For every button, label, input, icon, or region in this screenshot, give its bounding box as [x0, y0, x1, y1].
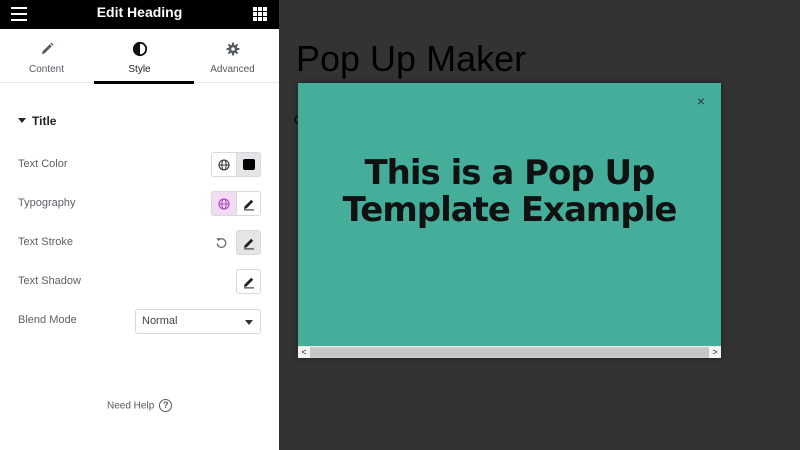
gear-icon	[226, 42, 240, 56]
page-title: Pop Up Maker	[296, 38, 527, 79]
tab-content-label: Content	[28, 64, 65, 75]
need-help-label: Need Help	[107, 400, 155, 412]
help-icon: ?	[159, 399, 173, 413]
tab-style-label: Style	[128, 64, 151, 75]
globe-icon	[218, 159, 230, 171]
pencil-icon	[244, 277, 254, 289]
section-title-label: Title	[32, 114, 57, 128]
globe-icon	[218, 198, 230, 210]
text-stroke-edit-button[interactable]	[236, 230, 261, 255]
scroll-track[interactable]	[310, 347, 709, 358]
pencil-icon	[42, 42, 54, 54]
panel-header: Edit Heading	[0, 0, 279, 29]
horizontal-scrollbar[interactable]: < >	[298, 346, 721, 358]
blend-mode-label: Blend Mode	[18, 314, 77, 326]
close-icon[interactable]: ×	[694, 94, 708, 108]
text-shadow-edit-button[interactable]	[236, 269, 261, 294]
popup-modal: × This is a Pop Up Template Example < >	[298, 83, 721, 358]
tab-content[interactable]: Content	[0, 29, 93, 83]
scroll-left-icon[interactable]: <	[298, 347, 310, 358]
contrast-icon	[132, 41, 148, 57]
panel-title: Edit Heading	[96, 4, 183, 20]
color-swatch	[243, 159, 255, 170]
typography-controls	[211, 191, 261, 216]
global-colors-button[interactable]	[212, 153, 236, 176]
text-color-controls	[211, 152, 261, 177]
blend-mode-select[interactable]: Normal	[135, 309, 261, 334]
caret-down-icon	[18, 118, 26, 123]
editor-panel: Edit Heading Content Style Advanced Titl…	[0, 0, 279, 450]
text-color-label: Text Color	[18, 158, 68, 170]
text-shadow-label: Text Shadow	[18, 275, 81, 287]
typography-edit-button[interactable]	[236, 192, 260, 215]
tab-style[interactable]: Style	[93, 29, 194, 84]
scroll-thumb[interactable]	[310, 348, 709, 357]
need-help-link[interactable]: Need Help?	[107, 397, 173, 413]
reset-icon[interactable]	[215, 236, 228, 249]
global-typography-button[interactable]	[212, 192, 236, 215]
blend-mode-value: Normal	[142, 315, 178, 327]
typography-label: Typography	[18, 197, 76, 209]
pencil-icon	[244, 199, 254, 211]
text-stroke-label: Text Stroke	[18, 236, 74, 248]
panel-tabs: Content Style Advanced	[0, 29, 279, 84]
text-color-picker[interactable]	[236, 153, 260, 176]
apps-grid-icon[interactable]	[253, 7, 267, 21]
tab-advanced-label: Advanced	[210, 64, 255, 75]
tab-advanced[interactable]: Advanced	[186, 29, 279, 83]
scroll-right-icon[interactable]: >	[709, 347, 721, 358]
pencil-icon	[244, 238, 254, 250]
popup-heading: This is a Pop Up Template Example	[342, 153, 678, 230]
chevron-down-icon	[245, 320, 253, 325]
